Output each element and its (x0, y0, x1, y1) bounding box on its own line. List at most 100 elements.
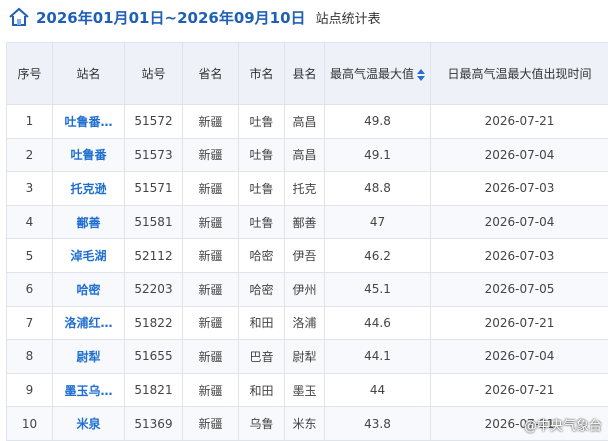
cell-max-temp: 44 (325, 373, 431, 407)
col-header-code: 站号 (125, 43, 183, 105)
col-header-station: 站名 (53, 43, 125, 105)
page-title: 2026年01月01日~2026年09月10日 (36, 7, 306, 28)
cell-station-code: 51822 (125, 306, 183, 340)
cell-index: 6 (7, 272, 53, 306)
cell-max-temp: 49.1 (325, 138, 431, 172)
cell-index: 4 (7, 205, 53, 239)
cell-max-temp-date: 2026-07-03 (431, 239, 608, 273)
cell-station-name[interactable]: 托克逊 (53, 172, 125, 206)
col-header-index: 序号 (7, 43, 53, 105)
col-header-max-temp[interactable]: 最高气温最大值 (325, 43, 431, 105)
cell-station-name[interactable]: 吐鲁番… (53, 105, 125, 139)
col-header-county: 县名 (285, 43, 325, 105)
cell-station-name[interactable]: 米泉 (53, 407, 125, 441)
cell-station-code: 52112 (125, 239, 183, 273)
cell-station-code: 51572 (125, 105, 183, 139)
cell-county: 墨玉 (285, 373, 325, 407)
cell-province: 新疆 (183, 138, 239, 172)
cell-max-temp: 44.1 (325, 340, 431, 374)
cell-max-temp-date: 2026-07-21 (431, 373, 608, 407)
cell-city: 乌鲁 (239, 407, 285, 441)
cell-station-code: 51655 (125, 340, 183, 374)
cell-max-temp-date: 2026-07-04 (431, 340, 608, 374)
cell-province: 新疆 (183, 306, 239, 340)
sort-icon[interactable] (417, 69, 425, 81)
report-name: 站点统计表 (316, 8, 381, 27)
cell-province: 新疆 (183, 340, 239, 374)
cell-county: 托克 (285, 172, 325, 206)
cell-county: 高昌 (285, 105, 325, 139)
table-row: 1吐鲁番…51572新疆吐鲁高昌49.82026-07-21 (7, 105, 608, 139)
cell-max-temp-date: 2026-07-21 (431, 306, 608, 340)
cell-station-name[interactable]: 淖毛湖 (53, 239, 125, 273)
cell-max-temp: 49.8 (325, 105, 431, 139)
cell-max-temp: 44.6 (325, 306, 431, 340)
cell-station-name[interactable]: 吐鲁番 (53, 138, 125, 172)
home-icon (8, 6, 30, 28)
table-row: 2吐鲁番51573新疆吐鲁高昌49.12026-07-04 (7, 138, 608, 172)
col-header-city: 市名 (239, 43, 285, 105)
cell-max-temp: 45.1 (325, 272, 431, 306)
cell-station-name[interactable]: 洛浦红… (53, 306, 125, 340)
cell-station-code: 52203 (125, 272, 183, 306)
cell-max-temp-date: 2026-07-03 (431, 172, 608, 206)
cell-province: 新疆 (183, 105, 239, 139)
cell-index: 2 (7, 138, 53, 172)
cell-county: 洛浦 (285, 306, 325, 340)
watermark: @中央气象台 (524, 415, 602, 434)
table-row: 6哈密52203新疆哈密伊州45.12026-07-05 (7, 272, 608, 306)
cell-index: 5 (7, 239, 53, 273)
cell-station-code: 51581 (125, 205, 183, 239)
cell-city: 和田 (239, 373, 285, 407)
cell-city: 吐鲁 (239, 205, 285, 239)
cell-county: 伊州 (285, 272, 325, 306)
table-row: 8尉犁51655新疆巴音尉犁44.12026-07-04 (7, 340, 608, 374)
cell-city: 吐鲁 (239, 138, 285, 172)
cell-province: 新疆 (183, 239, 239, 273)
table-row: 7洛浦红…51822新疆和田洛浦44.62026-07-21 (7, 306, 608, 340)
cell-county: 伊吾 (285, 239, 325, 273)
cell-max-temp-date: 2026-07-21 (431, 105, 608, 139)
cell-max-temp-date: 2026-07-05 (431, 272, 608, 306)
cell-max-temp-date: 2026-07-04 (431, 138, 608, 172)
cell-station-code: 51573 (125, 138, 183, 172)
cell-index: 7 (7, 306, 53, 340)
table-row: 4鄯善51581新疆吐鲁鄯善472026-07-04 (7, 205, 608, 239)
cell-index: 9 (7, 373, 53, 407)
cell-station-code: 51571 (125, 172, 183, 206)
cell-station-name[interactable]: 墨玉乌… (53, 373, 125, 407)
table-row: 9墨玉乌…51821新疆和田墨玉442026-07-21 (7, 373, 608, 407)
cell-city: 吐鲁 (239, 172, 285, 206)
cell-province: 新疆 (183, 272, 239, 306)
cell-county: 鄯善 (285, 205, 325, 239)
cell-station-name[interactable]: 哈密 (53, 272, 125, 306)
table-row: 5淖毛湖52112新疆哈密伊吾46.22026-07-03 (7, 239, 608, 273)
cell-station-code: 51821 (125, 373, 183, 407)
cell-station-code: 51369 (125, 407, 183, 441)
cell-province: 新疆 (183, 205, 239, 239)
cell-index: 1 (7, 105, 53, 139)
station-stats-table: 序号 站名 站号 省名 市名 县名 最高气温最大值 日最高气温最大值出现时间 1… (6, 42, 608, 441)
table-row: 10米泉51369新疆乌鲁米东43.82026-07-21 (7, 407, 608, 441)
cell-county: 米东 (285, 407, 325, 441)
cell-max-temp: 43.8 (325, 407, 431, 441)
cell-index: 3 (7, 172, 53, 206)
cell-station-name[interactable]: 尉犁 (53, 340, 125, 374)
table-header-row: 序号 站名 站号 省名 市名 县名 最高气温最大值 日最高气温最大值出现时间 (7, 43, 608, 105)
cell-city: 吐鲁 (239, 105, 285, 139)
cell-max-temp: 46.2 (325, 239, 431, 273)
cell-province: 新疆 (183, 373, 239, 407)
cell-max-temp: 48.8 (325, 172, 431, 206)
cell-province: 新疆 (183, 407, 239, 441)
cell-city: 哈密 (239, 272, 285, 306)
cell-station-name[interactable]: 鄯善 (53, 205, 125, 239)
col-header-max-temp-date[interactable]: 日最高气温最大值出现时间 (431, 43, 608, 105)
cell-city: 和田 (239, 306, 285, 340)
cell-max-temp-date: 2026-07-04 (431, 205, 608, 239)
cell-max-temp: 47 (325, 205, 431, 239)
cell-province: 新疆 (183, 172, 239, 206)
cell-county: 尉犁 (285, 340, 325, 374)
col-header-province: 省名 (183, 43, 239, 105)
title-bar: 2026年01月01日~2026年09月10日 站点统计表 (0, 0, 608, 34)
cell-county: 高昌 (285, 138, 325, 172)
